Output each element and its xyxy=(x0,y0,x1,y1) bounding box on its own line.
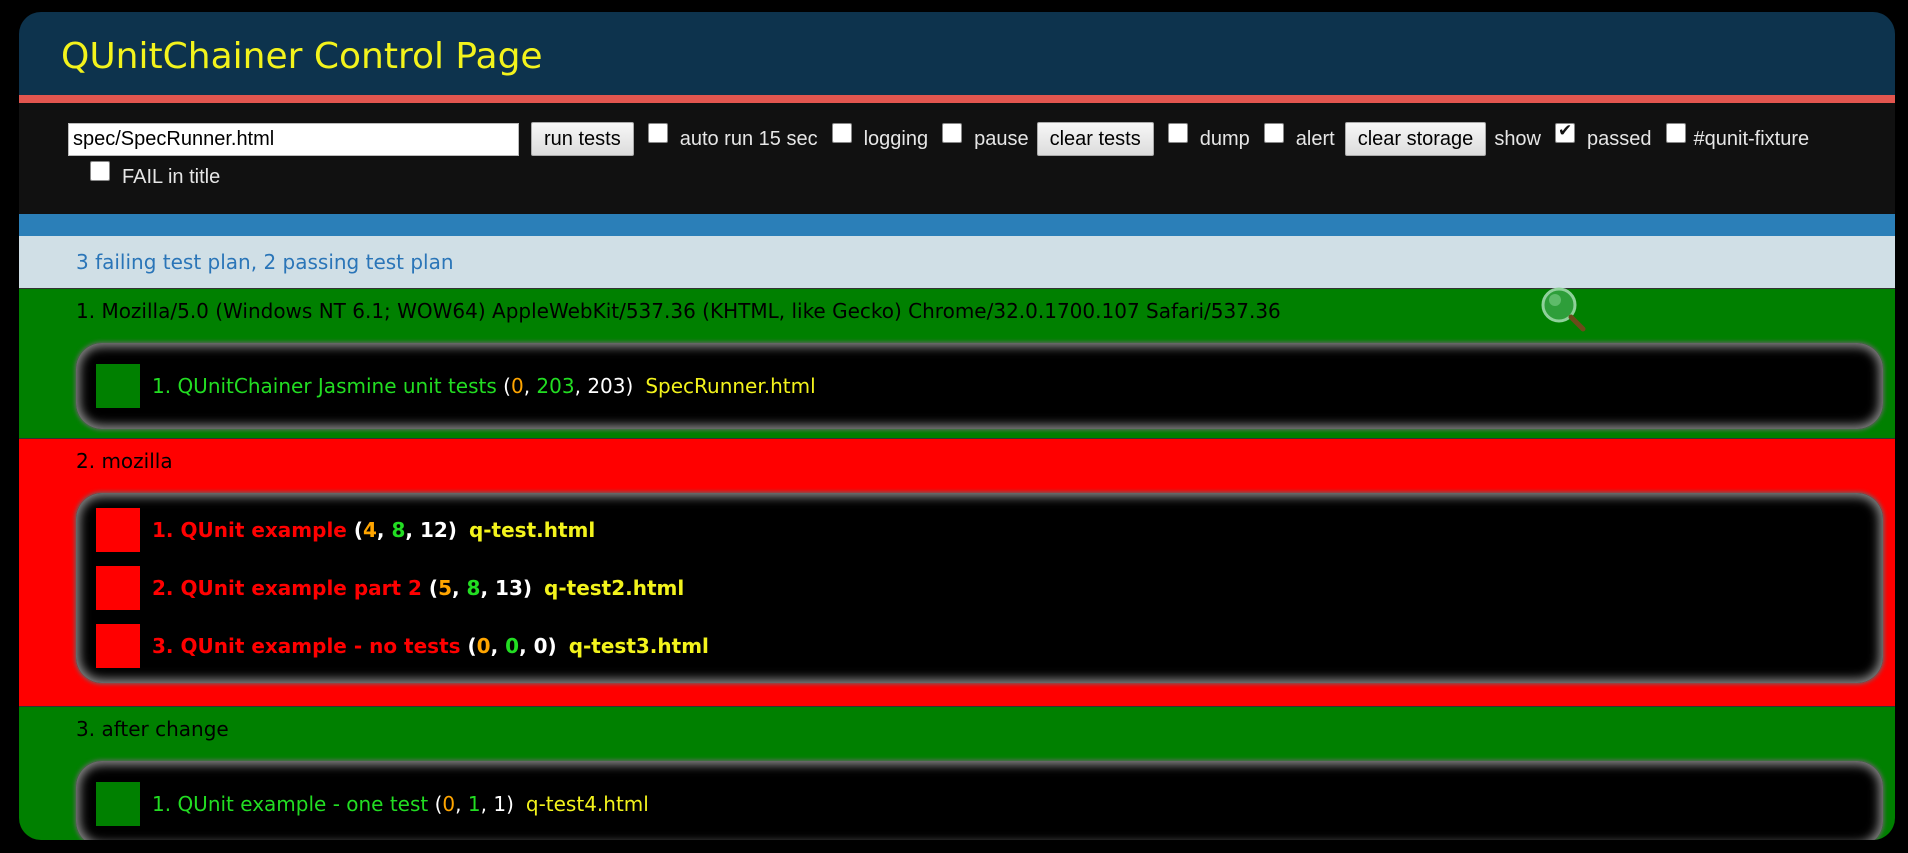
fail-in-title-checkbox[interactable] xyxy=(90,161,110,181)
total-count: 13 xyxy=(495,576,523,600)
pause-label: pause xyxy=(974,127,1029,150)
dump-label: dump xyxy=(1199,127,1250,150)
suite-row[interactable]: 1. QUnit example (4, 8, 12) q-test.html xyxy=(96,501,1863,559)
comma: , xyxy=(523,374,537,398)
page-header: QUnitChainer Control Page xyxy=(19,12,1895,103)
control-page: QUnitChainer Control Page run tests auto… xyxy=(19,12,1895,840)
auto-run-label: auto run 15 sec xyxy=(679,127,818,150)
alert-label: alert xyxy=(1295,127,1335,150)
clear-storage-button[interactable]: clear storage xyxy=(1344,122,1487,156)
suite-name[interactable]: 1. QUnit example - one test xyxy=(152,792,428,816)
suite-file-link[interactable]: q-test2.html xyxy=(544,576,684,600)
passed-label: passed xyxy=(1587,127,1652,150)
status-swatch xyxy=(96,508,140,552)
passed-count: 0 xyxy=(505,634,520,658)
suite-row[interactable]: 1. QUnitChainer Jasmine unit tests (0, 2… xyxy=(96,357,1863,415)
paren-close: ) xyxy=(625,374,634,398)
comma: , xyxy=(480,792,494,816)
paren-open: ( xyxy=(496,374,511,398)
total-count: 0 xyxy=(533,634,548,658)
comma: , xyxy=(455,792,468,816)
suite-file-link[interactable]: SpecRunner.html xyxy=(645,374,815,398)
total-count: 203 xyxy=(587,374,626,398)
suite-name[interactable]: 3. QUnit example - no tests xyxy=(152,634,461,658)
suite-file-link[interactable]: q-test3.html xyxy=(569,634,709,658)
paren-open: ( xyxy=(428,792,443,816)
failed-count: 0 xyxy=(510,374,524,398)
suite-row[interactable]: 2. QUnit example part 2 (5, 8, 13) q-tes… xyxy=(96,559,1863,617)
suite-list: 1. QUnit example (4, 8, 12) q-test.html … xyxy=(76,493,1883,683)
total-count: 12 xyxy=(419,518,448,542)
suite-row[interactable]: 1. QUnit example - one test (0, 1, 1) q-… xyxy=(96,775,1863,833)
pause-checkbox[interactable] xyxy=(942,123,963,143)
magnifier-icon[interactable] xyxy=(1539,285,1587,333)
test-plan: 1. Mozilla/5.0 (Windows NT 6.1; WOW64) A… xyxy=(19,285,1895,438)
alert-checkbox[interactable] xyxy=(1263,123,1284,143)
paren-close: ) xyxy=(447,518,457,542)
comma: , xyxy=(574,374,588,398)
separator-bar xyxy=(19,214,1895,236)
test-plan: 3. after change 1. QUnit example - one t… xyxy=(19,706,1895,840)
test-url-input[interactable] xyxy=(68,122,519,156)
status-swatch xyxy=(96,566,140,610)
paren-open: ( xyxy=(460,634,477,658)
paren-open: ( xyxy=(346,518,363,542)
qunit-fixture-label: #qunit-fixture xyxy=(1693,127,1810,150)
results-summary: 3 failing test plan, 2 passing test plan xyxy=(19,236,1895,288)
fail-in-title-label: FAIL in title xyxy=(122,165,221,188)
passed-count: 1 xyxy=(467,792,481,816)
show-passed-checkbox[interactable] xyxy=(1555,121,1576,143)
toolbar: run tests auto run 15 sec logging pause … xyxy=(19,103,1895,214)
status-swatch xyxy=(96,782,140,826)
comma: , xyxy=(490,634,506,658)
clear-tests-button[interactable]: clear tests xyxy=(1036,122,1154,156)
comma: , xyxy=(405,518,420,542)
dump-checkbox[interactable] xyxy=(1167,123,1188,143)
passed-count: 8 xyxy=(466,576,481,600)
passed-count: 8 xyxy=(391,518,406,542)
comma: , xyxy=(480,576,496,600)
show-label: show xyxy=(1494,127,1542,150)
suite-name[interactable]: 1. QUnit example xyxy=(152,518,347,542)
suite-list: 1. QUnit example - one test (0, 1, 1) q-… xyxy=(76,761,1883,840)
comma: , xyxy=(376,518,392,542)
suite-name[interactable]: 2. QUnit example part 2 xyxy=(152,576,422,600)
test-plan: 2. mozilla 1. QUnit example (4, 8, 12) q… xyxy=(19,438,1895,706)
auto-run-checkbox[interactable] xyxy=(647,123,668,143)
paren-close: ) xyxy=(522,576,533,600)
test-plan-title: 1. Mozilla/5.0 (Windows NT 6.1; WOW64) A… xyxy=(76,299,1281,323)
test-plan-title: 3. after change xyxy=(76,717,229,741)
suite-row[interactable]: 3. QUnit example - no tests (0, 0, 0) q-… xyxy=(96,617,1863,675)
logging-label: logging xyxy=(863,127,929,150)
paren-open: ( xyxy=(421,576,439,600)
test-plan-title: 2. mozilla xyxy=(76,449,173,473)
run-tests-button[interactable]: run tests xyxy=(531,122,634,156)
paren-close: ) xyxy=(506,792,514,816)
failed-count: 0 xyxy=(442,792,456,816)
comma: , xyxy=(451,576,467,600)
status-swatch xyxy=(96,364,140,408)
suite-file-link[interactable]: q-test.html xyxy=(469,518,595,542)
status-swatch xyxy=(96,624,140,668)
failed-count: 5 xyxy=(438,576,452,600)
qunit-fixture-checkbox[interactable] xyxy=(1665,123,1686,143)
suite-name[interactable]: 1. QUnitChainer Jasmine unit tests xyxy=(152,374,497,398)
failed-count: 0 xyxy=(476,634,491,658)
total-count: 1 xyxy=(493,792,507,816)
suite-list: 1. QUnitChainer Jasmine unit tests (0, 2… xyxy=(76,343,1883,429)
paren-close: ) xyxy=(547,634,557,658)
passed-count: 203 xyxy=(536,374,575,398)
logging-checkbox[interactable] xyxy=(831,123,852,143)
failed-count: 4 xyxy=(362,518,377,542)
page-title: QUnitChainer Control Page xyxy=(61,36,543,77)
comma: , xyxy=(519,634,534,658)
suite-file-link[interactable]: q-test4.html xyxy=(526,792,649,816)
